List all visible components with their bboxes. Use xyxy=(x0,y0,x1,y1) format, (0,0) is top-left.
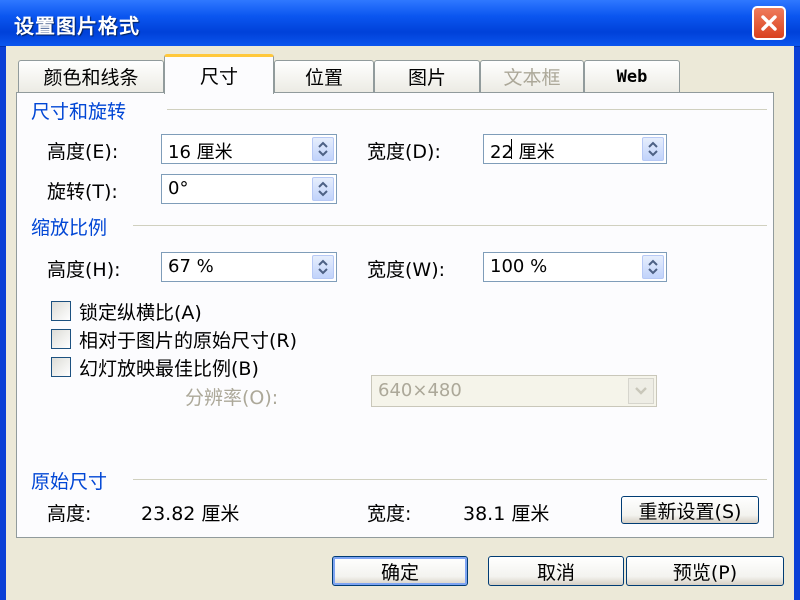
spin-arrows[interactable] xyxy=(642,255,664,279)
spin-updown-icon xyxy=(318,181,328,197)
preview-button[interactable]: 预览(P) xyxy=(626,556,784,586)
tab-text-box: 文本框 xyxy=(480,60,584,92)
scale-width-label: 宽度(W): xyxy=(367,259,446,281)
rotation-value[interactable]: 0° xyxy=(168,178,188,199)
spin-updown-icon xyxy=(318,141,328,157)
relative-original-checkbox[interactable] xyxy=(51,329,71,349)
cancel-button[interactable]: 取消 xyxy=(488,556,624,586)
best-scale-slideshow-checkbox[interactable] xyxy=(51,357,71,377)
scale-width-value[interactable]: 100 % xyxy=(490,256,547,277)
spin-updown-icon xyxy=(648,259,658,275)
title-bar[interactable]: 设置图片格式 xyxy=(0,0,800,47)
tab-colors-lines[interactable]: 颜色和线条 xyxy=(18,60,164,92)
lock-aspect-checkbox[interactable] xyxy=(51,301,71,321)
close-button[interactable] xyxy=(752,6,786,40)
resolution-label: 分辨率(O): xyxy=(185,387,279,409)
scale-width-spinner[interactable]: 100 % xyxy=(483,252,667,282)
group-divider xyxy=(133,479,767,480)
window-title: 设置图片格式 xyxy=(14,14,140,38)
group-original-size: 原始尺寸 xyxy=(31,471,108,493)
rotation-spinner[interactable]: 0° xyxy=(161,174,337,204)
spin-updown-icon xyxy=(648,141,658,157)
scale-height-label: 高度(H): xyxy=(47,259,121,281)
relative-original-label[interactable]: 相对于图片的原始尺寸(R) xyxy=(79,326,297,353)
text-caret xyxy=(511,139,512,159)
height-value[interactable]: 16 厘米 xyxy=(168,138,233,164)
ok-button[interactable]: 确定 xyxy=(332,556,468,586)
original-width-value: 38.1 厘米 xyxy=(463,503,550,525)
format-picture-dialog: 设置图片格式 颜色和线条 尺寸 位置 图片 文本框 Web 尺寸和旋转 高度(E… xyxy=(0,0,800,600)
dialog-body: 颜色和线条 尺寸 位置 图片 文本框 Web 尺寸和旋转 高度(E): 16 厘… xyxy=(6,46,794,600)
close-icon xyxy=(761,15,777,31)
reset-button[interactable]: 重新设置(S) xyxy=(621,496,759,524)
spin-updown-icon xyxy=(318,259,328,275)
tab-strip: 颜色和线条 尺寸 位置 图片 文本框 Web xyxy=(16,54,776,96)
resolution-select: 640×480 xyxy=(371,375,657,407)
tab-web[interactable]: Web xyxy=(584,60,680,92)
group-divider xyxy=(133,225,767,226)
tab-picture[interactable]: 图片 xyxy=(374,60,480,92)
height-label: 高度(E): xyxy=(47,141,119,163)
resolution-value: 640×480 xyxy=(378,380,462,401)
width-spinner[interactable]: 22 厘米 xyxy=(483,134,667,164)
lock-aspect-label[interactable]: 锁定纵横比(A) xyxy=(79,298,202,325)
spin-arrows[interactable] xyxy=(312,137,334,161)
width-label: 宽度(D): xyxy=(367,141,441,163)
original-height-value: 23.82 厘米 xyxy=(141,503,240,525)
width-value[interactable]: 22 厘米 xyxy=(490,138,555,164)
group-size-rotation: 尺寸和旋转 xyxy=(31,101,127,123)
best-scale-slideshow-label[interactable]: 幻灯放映最佳比例(B) xyxy=(79,354,259,381)
tab-size[interactable]: 尺寸 xyxy=(164,54,274,94)
dropdown-arrow xyxy=(628,378,654,404)
height-spinner[interactable]: 16 厘米 xyxy=(161,134,337,164)
spin-arrows[interactable] xyxy=(312,177,334,201)
rotation-label: 旋转(T): xyxy=(47,181,118,203)
size-tab-panel: 尺寸和旋转 高度(E): 16 厘米 宽度(D): 22 厘米 旋转(T): 0… xyxy=(16,92,774,538)
scale-height-spinner[interactable]: 67 % xyxy=(161,252,337,282)
tab-position[interactable]: 位置 xyxy=(274,60,374,92)
original-height-label: 高度: xyxy=(47,503,92,525)
original-width-label: 宽度: xyxy=(367,503,412,525)
scale-height-value[interactable]: 67 % xyxy=(168,256,214,277)
group-divider xyxy=(167,109,767,110)
group-scale: 缩放比例 xyxy=(31,217,108,239)
spin-arrows[interactable] xyxy=(642,137,664,161)
spin-arrows[interactable] xyxy=(312,255,334,279)
chevron-down-icon xyxy=(635,387,647,395)
